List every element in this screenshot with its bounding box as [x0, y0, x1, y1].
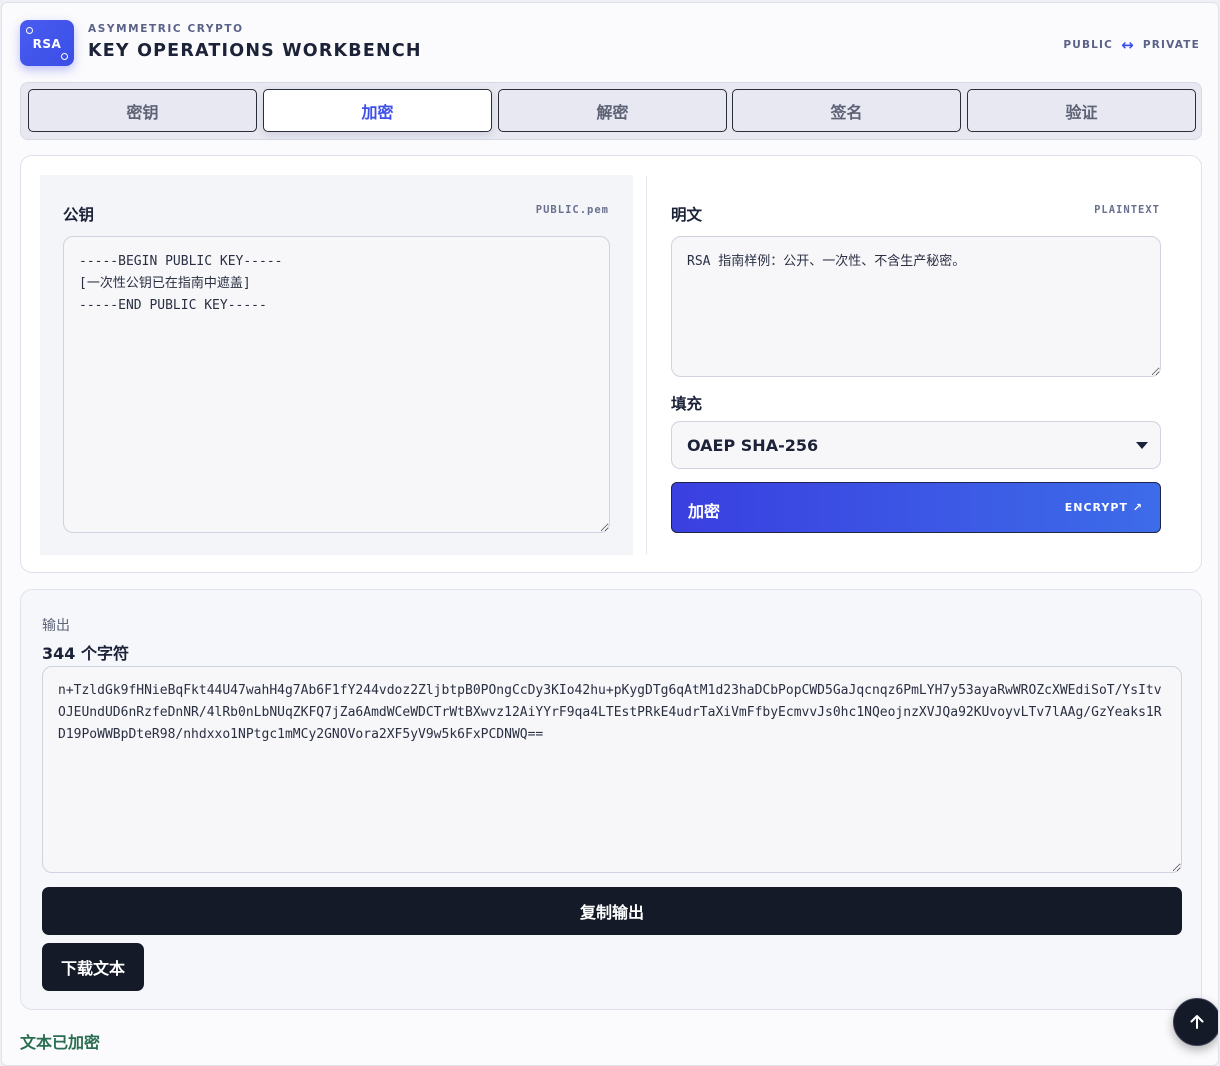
padding-select[interactable]: OAEP SHA-256	[671, 421, 1161, 469]
key-flow-public: PUBLIC	[1063, 39, 1114, 51]
operation-tabs: 密钥 加密 解密 签名 验证	[20, 82, 1202, 140]
tab-sign[interactable]: 签名	[732, 89, 961, 132]
tab-decrypt[interactable]: 解密	[498, 89, 727, 132]
tab-keys[interactable]: 密钥	[28, 89, 257, 132]
padding-selected-value: OAEP SHA-256	[687, 435, 819, 455]
output-label: 输出	[42, 618, 70, 634]
encrypt-button-label: 加密	[688, 502, 721, 521]
logo-dot-icon	[61, 53, 68, 60]
plaintext-input[interactable]	[671, 236, 1161, 377]
app-eyebrow: ASYMMETRIC CRYPTO	[88, 23, 244, 35]
download-text-button[interactable]: 下载文本	[42, 943, 144, 991]
logo-dot-icon	[26, 27, 33, 34]
key-flow-indicator: PUBLIC ↔ PRIVATE	[1063, 36, 1200, 54]
padding-label: 填充	[671, 395, 703, 413]
public-key-label: 公钥	[63, 206, 95, 224]
tab-encrypt[interactable]: 加密	[263, 89, 492, 132]
page-title: KEY OPERATIONS WORKBENCH	[88, 41, 422, 61]
key-flow-private: PRIVATE	[1142, 39, 1200, 51]
public-key-input[interactable]	[63, 236, 610, 533]
rsa-logo: RSA	[20, 20, 74, 66]
encrypt-button-hint: ENCRYPT ↗	[1064, 501, 1143, 514]
app-window: RSA ASYMMETRIC CRYPTO KEY OPERATIONS WOR…	[1, 2, 1219, 1066]
copy-output-button[interactable]: 复制输出	[42, 887, 1182, 935]
chevron-down-icon	[1136, 442, 1148, 449]
bidirectional-arrow-icon: ↔	[1121, 36, 1135, 54]
logo-text: RSA	[32, 37, 62, 51]
output-char-count: 344 个字符	[42, 644, 129, 663]
status-message: 文本已加密	[20, 1033, 101, 1052]
encrypt-panel: 公钥 PUBLIC.pem 明文 PLAINTEXT 填充 OAEP SHA-2…	[20, 155, 1202, 573]
plaintext-tag: PLAINTEXT	[1094, 204, 1160, 216]
public-key-tag: PUBLIC.pem	[535, 204, 609, 216]
arrow-up-icon	[1190, 1015, 1204, 1029]
tab-verify[interactable]: 验证	[967, 89, 1196, 132]
plaintext-label: 明文	[671, 206, 703, 224]
output-panel: 输出 344 个字符 复制输出 下载文本	[20, 589, 1202, 1010]
encrypt-button[interactable]: 加密 ENCRYPT ↗	[671, 482, 1161, 533]
scroll-to-top-button[interactable]	[1173, 998, 1218, 1046]
output-textarea[interactable]	[42, 666, 1182, 873]
pane-divider	[646, 176, 647, 554]
